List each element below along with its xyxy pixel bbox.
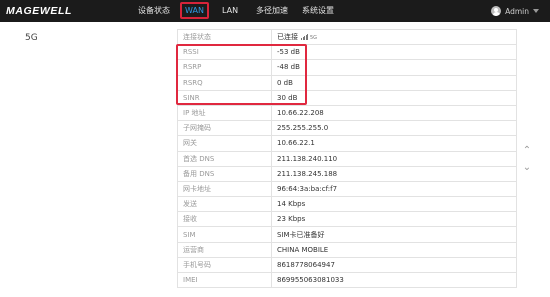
chevron-down-icon[interactable]: ⌄	[521, 163, 533, 173]
chevron-up-icon[interactable]: ⌃	[521, 146, 533, 156]
chevron-down-icon	[533, 9, 539, 13]
table-row: 发送 14 Kbps	[177, 196, 517, 213]
nav-device-status[interactable]: 设备状态	[138, 6, 170, 16]
signal-bars-icon	[301, 34, 309, 41]
row-value-text: 8618778064947	[277, 260, 335, 269]
row-value-text: SIM卡已准备好	[277, 230, 325, 239]
row-value: 14 Kbps	[271, 196, 517, 213]
row-value: 0 dB	[271, 74, 517, 91]
user-name: Admin	[505, 6, 529, 16]
table-row: IP 地址 10.66.22.208	[177, 104, 517, 122]
user-avatar-icon	[491, 6, 502, 16]
row-value-text: 10.66.22.208	[277, 109, 324, 118]
row-label: SINR	[177, 89, 272, 106]
section-title: 5G	[25, 33, 38, 43]
row-value-text: 0 dB	[277, 78, 293, 87]
top-navigation-bar: MAGEWELL 设备状态 WAN LAN 多径加速 系统设置 Admin	[0, 0, 550, 22]
row-label: 备用 DNS	[177, 165, 272, 182]
row-label: 接收	[177, 211, 272, 228]
row-value: -53 dB	[271, 44, 517, 61]
nav-wan-active[interactable]: WAN	[180, 2, 209, 19]
nav-system-settings[interactable]: 系统设置	[302, 6, 334, 16]
row-value: 30 dB	[271, 89, 517, 106]
row-value: -48 dB	[271, 59, 517, 76]
row-label: 发送	[177, 196, 272, 213]
table-row: 运营商 CHINA MOBILE	[177, 241, 517, 258]
table-row: SIM SIM卡已准备好	[177, 226, 517, 243]
row-value: 23 Kbps	[271, 211, 517, 228]
row-value: 211.138.245.188	[271, 165, 517, 182]
row-value-text: 96:64:3a:ba:cf:f7	[277, 184, 338, 193]
row-label: 首选 DNS	[177, 150, 272, 167]
row-value-text: -48 dB	[277, 63, 300, 72]
table-row: 备用 DNS 211.138.245.188	[177, 165, 517, 182]
row-value-text: 211.138.240.110	[277, 154, 338, 163]
row-label: IP 地址	[177, 104, 272, 122]
status-table: 连接状态 已连接 5G RSSI -53 dB RSRP -48 dB RSRQ 0 dB SIN…	[177, 28, 517, 289]
nav-wan-label: WAN	[185, 6, 204, 15]
row-label: RSSI	[177, 44, 272, 61]
row-value: 96:64:3a:ba:cf:f7	[271, 180, 517, 198]
table-row: 接收 23 Kbps	[177, 211, 517, 228]
row-label: 运营商	[177, 241, 272, 258]
row-value-text: 255.255.255.0	[277, 124, 329, 133]
table-row: SINR 30 dB	[177, 89, 517, 106]
row-value-text: 211.138.245.188	[277, 169, 338, 178]
row-value: CHINA MOBILE	[271, 241, 517, 258]
nav-lan[interactable]: LAN	[222, 6, 238, 16]
row-value: 869955063081033	[271, 271, 517, 289]
table-row: 手机号码 8618778064947	[177, 256, 517, 274]
nav-multipath-acceleration[interactable]: 多径加速	[256, 6, 288, 16]
table-row: 首选 DNS 211.138.240.110	[177, 150, 517, 167]
row-label: 网卡地址	[177, 180, 272, 198]
row-value-text: CHINA MOBILE	[277, 245, 329, 254]
row-value-text: 已连接	[277, 33, 298, 42]
row-value-text: -53 dB	[277, 48, 300, 57]
row-value: 已连接 5G	[271, 28, 517, 46]
row-value: 10.66.22.208	[271, 104, 517, 122]
row-label: SIM	[177, 226, 272, 243]
network-type-badge: 5G	[309, 35, 318, 42]
row-label: 手机号码	[177, 256, 272, 274]
table-row: 网关 10.66.22.1	[177, 135, 517, 152]
row-label: 网关	[177, 135, 272, 152]
row-value: 255.255.255.0	[271, 120, 517, 137]
table-row: RSRQ 0 dB	[177, 74, 517, 91]
table-row: RSSI -53 dB	[177, 44, 517, 61]
row-value: SIM卡已准备好	[271, 226, 517, 243]
row-label: 子网掩码	[177, 120, 272, 137]
user-menu[interactable]: Admin	[491, 5, 539, 17]
row-value: 8618778064947	[271, 256, 517, 274]
row-value-text: 23 Kbps	[277, 215, 306, 224]
row-value: 10.66.22.1	[271, 135, 517, 152]
row-label: RSRP	[177, 59, 272, 76]
row-value-text: 30 dB	[277, 93, 298, 102]
table-row: RSRP -48 dB	[177, 59, 517, 76]
row-value-text: 14 Kbps	[277, 200, 306, 209]
row-label: 连接状态	[177, 28, 272, 46]
brand-logo: MAGEWELL	[6, 5, 73, 17]
row-label: RSRQ	[177, 74, 272, 91]
row-label: IMEI	[177, 271, 272, 289]
row-value-text: 10.66.22.1	[277, 139, 315, 148]
row-value-text: 869955063081033	[277, 276, 344, 285]
table-row: 网卡地址 96:64:3a:ba:cf:f7	[177, 180, 517, 198]
table-row: 子网掩码 255.255.255.0	[177, 120, 517, 137]
table-row: 连接状态 已连接 5G	[177, 28, 517, 46]
table-row: IMEI 869955063081033	[177, 271, 517, 289]
row-value: 211.138.240.110	[271, 150, 517, 167]
